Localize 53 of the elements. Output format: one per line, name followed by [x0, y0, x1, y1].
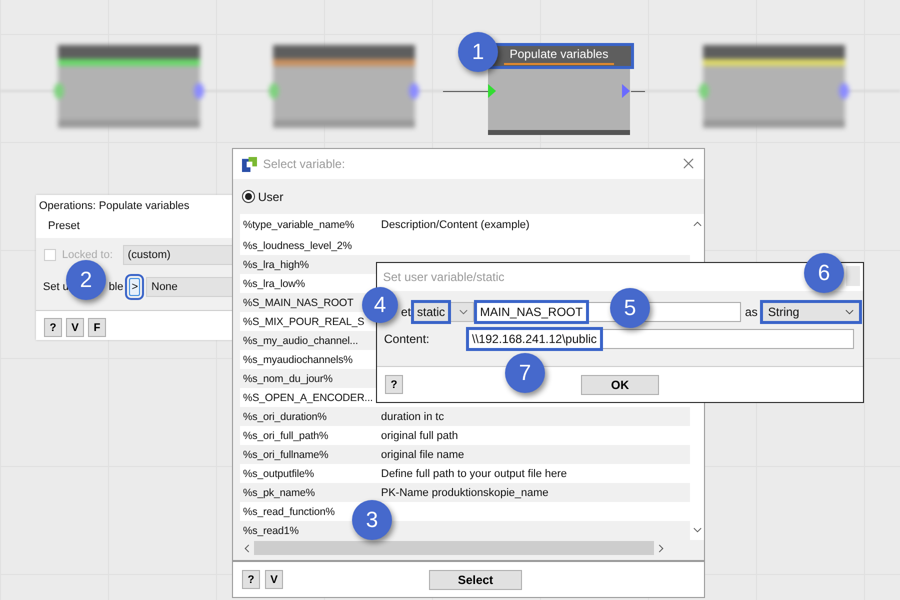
table-cell[interactable]: %S_MIX_POUR_REAL_S [240, 312, 364, 331]
scroll-down-icon[interactable] [692, 527, 702, 533]
scroll-up-icon[interactable] [692, 221, 702, 227]
toolbar-button[interactable]: ? [44, 318, 62, 337]
table-cell[interactable]: %s_read1% [240, 521, 299, 540]
select-button[interactable]: Select [429, 570, 522, 590]
toolbar-button[interactable]: F [88, 318, 106, 337]
toolbar-button[interactable]: V [66, 318, 84, 337]
table-cell[interactable]: %s_pk_name% [240, 483, 315, 502]
field-label: as [745, 305, 758, 319]
field-label: et [401, 305, 412, 319]
table-cell[interactable]: duration in tc [375, 407, 690, 426]
field-label: ble [108, 281, 124, 293]
window-title: Set user variable/static [383, 270, 504, 284]
table-cell[interactable]: Define full path to your output file here [375, 464, 690, 483]
close-icon[interactable] [683, 158, 694, 169]
tab[interactable]: Preset [48, 220, 80, 232]
app-logo-icon [242, 156, 257, 172]
radio-button[interactable] [242, 190, 255, 203]
table-cell[interactable]: %S_OPEN_A_ENCODER... [240, 388, 373, 407]
panel-title: Operations: Populate variables [39, 200, 190, 212]
table-cell[interactable]: %s_my_audio_channel... [240, 331, 358, 350]
toolbar-button[interactable]: V [265, 570, 283, 589]
chevron-down-icon[interactable] [459, 309, 468, 315]
table-cell[interactable]: %s_nom_du_jour% [240, 369, 333, 388]
table-cell[interactable]: %s_ori_full_path% [240, 426, 328, 445]
column-header: Description/Content (example) [380, 218, 531, 233]
table-cell[interactable]: original full path [375, 426, 690, 445]
table-cell[interactable]: %s_ori_fullname% [240, 445, 328, 464]
scroll-right-icon[interactable] [658, 544, 664, 552]
table-cell[interactable]: original file name [375, 445, 690, 464]
dropdown[interactable]: String [762, 302, 860, 322]
table-cell[interactable]: %s_outputfile% [240, 464, 314, 483]
input-port-icon[interactable] [488, 84, 496, 98]
table-cell[interactable]: %s_read_function% [240, 502, 335, 521]
input-field[interactable]: \\192.168.241.12\public [467, 329, 854, 349]
radio-label: User [258, 190, 284, 204]
scroll-thumb[interactable] [254, 541, 654, 555]
scroll-left-icon[interactable] [244, 544, 250, 552]
window-title: Select variable: [263, 157, 346, 171]
table-cell[interactable]: PK-Name produktionskopie_name [375, 483, 690, 502]
toolbar-button[interactable]: ? [242, 570, 260, 589]
callout-badge: 1 [458, 32, 498, 72]
field-label: Content: [384, 332, 430, 346]
ok-button[interactable]: OK [581, 374, 659, 394]
table-cell[interactable]: %s_myaudiochannels% [240, 350, 353, 369]
dropdown[interactable]: static [413, 302, 474, 322]
scrollbar[interactable] [240, 540, 704, 556]
checkbox-label: Locked to: [62, 249, 113, 261]
chevron-down-icon[interactable] [845, 309, 854, 315]
column-header: %type_variable_name% [242, 218, 354, 233]
table-cell[interactable]: %s_ori_duration% [240, 407, 327, 426]
help-button[interactable]: ? [385, 375, 403, 394]
